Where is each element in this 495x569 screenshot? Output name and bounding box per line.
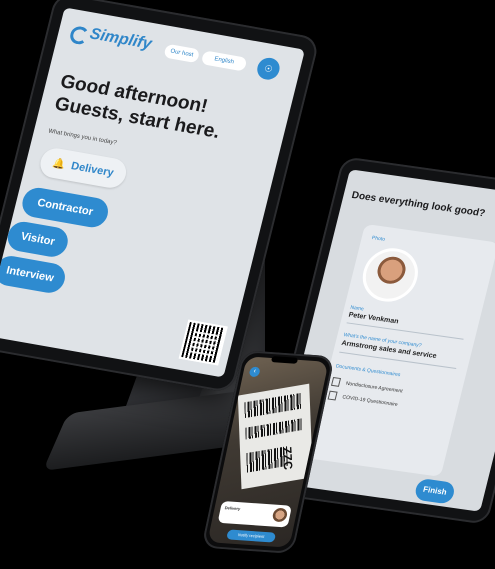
delivery-label: Delivery (69, 160, 115, 180)
visitor-button[interactable]: Visitor (4, 219, 71, 260)
label-text: ZZC (279, 445, 296, 472)
host-pill[interactable]: Our host (163, 43, 201, 64)
back-button[interactable]: ‹ (248, 366, 261, 378)
qr-code (178, 319, 228, 366)
accessibility-button[interactable]: ☉ (254, 56, 282, 82)
recipient-avatar (271, 507, 289, 523)
review-title: Does everything look good? (350, 189, 487, 220)
purpose-prompt: What brings you in today? (47, 128, 118, 147)
interview-button[interactable]: Interview (0, 253, 69, 296)
document-icon (327, 390, 338, 401)
language-select[interactable]: English (200, 50, 248, 72)
kiosk-tablet: Simplify Our host English ☉ Good afterno… (0, 0, 321, 394)
package-label (237, 383, 313, 490)
barcode (244, 392, 302, 419)
notify-button[interactable]: Notify recipient (226, 529, 277, 543)
brand-name: Simplify (87, 25, 154, 53)
bell-icon: 🔔 (51, 157, 67, 171)
delivery-notice: Delivery (217, 500, 292, 528)
delivery-button[interactable]: 🔔 Delivery (37, 146, 130, 191)
chevron-left-icon: ‹ (252, 367, 257, 375)
accessibility-icon: ☉ (263, 63, 274, 75)
finish-button[interactable]: Finish (413, 477, 457, 505)
document-icon (330, 376, 342, 387)
barcode (245, 418, 303, 440)
notice-title: Delivery (224, 505, 241, 512)
